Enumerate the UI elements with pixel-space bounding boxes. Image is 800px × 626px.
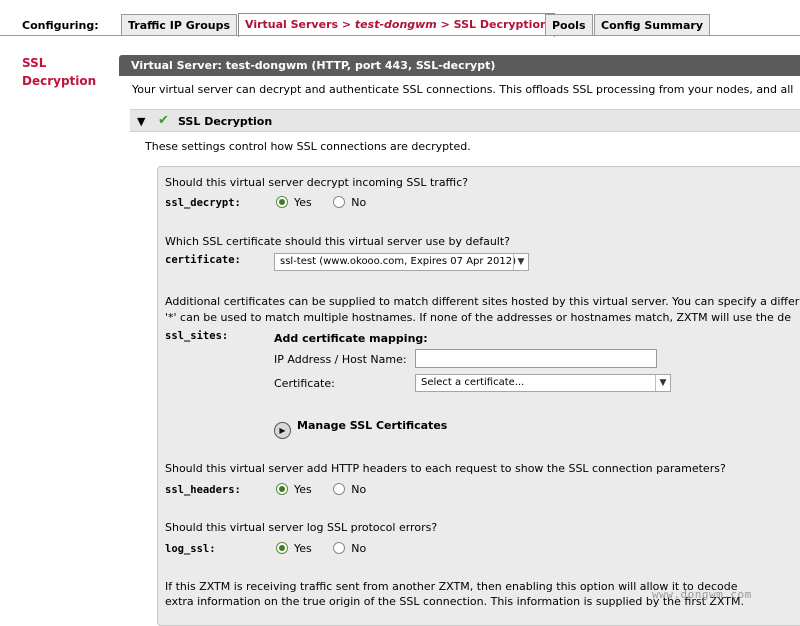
radio-label-no: No (351, 542, 367, 555)
play-icon: ▶ (274, 422, 291, 439)
log-ssl-radio-group: Yes No (276, 542, 366, 555)
radio-label-yes: Yes (294, 196, 312, 209)
certificate-select[interactable]: ssl-test (www.okooo.com, Expires 07 Apr … (274, 253, 529, 271)
radio-label-no: No (351, 483, 367, 496)
manage-ssl-certificates-label: Manage SSL Certificates (297, 419, 448, 432)
certificate-question: Which SSL certificate should this virtua… (165, 235, 511, 248)
collapse-triangle-icon[interactable]: ▼ (137, 115, 145, 128)
ssl-headers-question: Should this virtual server add HTTP head… (165, 462, 726, 475)
add-mapping-heading: Add certificate mapping: (274, 332, 428, 345)
certificate-select-value: ssl-test (www.okooo.com, Expires 07 Apr … (280, 256, 517, 267)
log-ssl-yes-radio[interactable] (276, 542, 288, 554)
ssl-headers-yes-radio[interactable] (276, 483, 288, 495)
log-ssl-no-radio[interactable] (333, 542, 346, 554)
ssl-decrypt-radio-group: Yes No (276, 196, 366, 209)
left-nav-ssl-decryption[interactable]: SSL Decryption (22, 54, 102, 90)
certificate-label: Certificate: (274, 377, 335, 390)
ip-address-input[interactable] (415, 349, 657, 368)
intro-text: Your virtual server can decrypt and auth… (132, 83, 794, 96)
chevron-down-icon: ▼ (513, 254, 528, 270)
section-description: These settings control how SSL connectio… (145, 140, 471, 153)
tab-config-summary[interactable]: Config Summary (594, 14, 711, 36)
radio-label-yes: Yes (294, 542, 312, 555)
ssl-decrypt-key: ssl_decrypt: (165, 197, 241, 209)
ssl-decrypt-no-radio[interactable] (333, 196, 346, 208)
ssl-sites-key: ssl_sites: (165, 330, 229, 342)
tab-label: Traffic IP Groups (128, 19, 231, 32)
ssl-headers-radio-group: Yes No (276, 483, 366, 496)
radio-label-no: No (351, 196, 367, 209)
log-ssl-key: log_ssl: (165, 543, 216, 555)
ssl-sites-description-line2: '*' can be used to match multiple hostna… (165, 311, 792, 324)
ssl-sites-description-line1: Additional certificates can be supplied … (165, 295, 800, 308)
configuring-label: Configuring: (22, 19, 99, 32)
tab-label-part: > SSL Decryption (436, 18, 548, 31)
tab-virtual-servers-ssl-decryption[interactable]: Virtual Servers > test-dongwm > SSL Decr… (238, 13, 555, 37)
ssl-decrypt-yes-radio[interactable] (276, 196, 288, 208)
ip-address-label: IP Address / Host Name: (274, 353, 407, 366)
ssl-decrypt-question: Should this virtual server decrypt incom… (165, 176, 469, 189)
section-header-ssl-decryption[interactable]: ▼ ✔ SSL Decryption (130, 109, 800, 132)
chevron-down-icon: ▼ (655, 375, 670, 391)
watermark: www.dongwm.com (652, 588, 752, 601)
manage-ssl-certificates-button[interactable]: ▶ Manage SSL Certificates (274, 419, 447, 439)
tab-label-server-name: test-dongwm (354, 18, 437, 31)
check-icon: ✔ (158, 113, 169, 128)
log-ssl-question: Should this virtual server log SSL proto… (165, 521, 438, 534)
virtual-server-header: Virtual Server: test-dongwm (HTTP, port … (119, 55, 800, 76)
top-bar: Configuring: Traffic IP Groups Virtual S… (0, 0, 800, 37)
ssl-headers-key: ssl_headers: (165, 484, 241, 496)
tab-pools[interactable]: Pools (545, 14, 593, 36)
radio-label-yes: Yes (294, 483, 312, 496)
site-certificate-select-value: Select a certificate... (421, 377, 525, 388)
tabs-divider (0, 35, 800, 36)
certificate-key: certificate: (165, 254, 241, 266)
tab-traffic-ip-groups[interactable]: Traffic IP Groups (121, 14, 238, 36)
site-certificate-select[interactable]: Select a certificate... ▼ (415, 374, 671, 392)
tab-label-part: Virtual Servers > (245, 18, 355, 31)
tab-label: Config Summary (601, 19, 704, 32)
section-title: SSL Decryption (178, 115, 273, 128)
ssl-headers-no-radio[interactable] (333, 483, 346, 495)
tab-label: Pools (552, 19, 586, 32)
